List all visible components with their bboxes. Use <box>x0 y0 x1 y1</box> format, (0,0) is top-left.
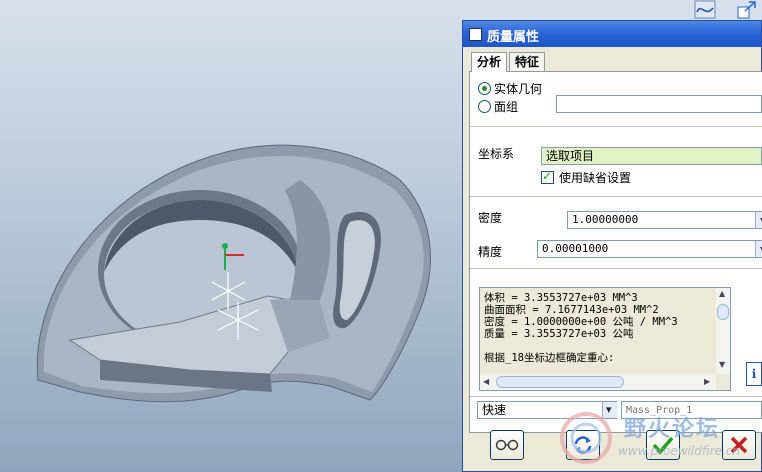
dialog-icon <box>469 28 482 41</box>
precision-label: 精度 <box>478 245 503 259</box>
density-label: 密度 <box>478 211 503 225</box>
info-icon[interactable]: i <box>746 362 762 386</box>
preview-button[interactable] <box>490 430 524 460</box>
scroll-up-icon[interactable]: ▲ <box>719 289 725 298</box>
surface-radio[interactable] <box>478 100 491 113</box>
divider <box>470 396 762 397</box>
solid-geometry-label: 实体几何 <box>494 82 543 96</box>
export-icon[interactable] <box>736 0 758 20</box>
chevron-down-icon[interactable] <box>755 212 762 228</box>
analysis-icon[interactable] <box>694 0 716 20</box>
glasses-icon <box>495 439 519 451</box>
solid-geometry-radio[interactable] <box>478 82 491 95</box>
result-mass: 质量 = 3.3553727e+03 公吨 <box>484 328 634 340</box>
divider <box>470 126 762 127</box>
forum-watermark: 野火论坛 www.proewildfire.cn <box>556 408 762 472</box>
scroll-left-icon[interactable]: ◀ <box>483 377 489 386</box>
precision-value: 0.00001000 <box>542 242 609 255</box>
result-center-of-gravity: 根据_18坐标边框确定重心: <box>484 352 615 364</box>
watermark-url: www.proewildfire.cn <box>618 444 740 458</box>
use-default-checkbox[interactable] <box>541 169 554 184</box>
chevron-down-icon[interactable] <box>755 241 762 257</box>
use-default-label: 使用缺省设置 <box>559 171 632 185</box>
surface-field[interactable] <box>556 95 762 113</box>
scroll-thumb[interactable] <box>717 304 729 320</box>
density-field[interactable]: 1.00000000 <box>567 211 762 229</box>
vertical-scrollbar[interactable]: ▲ ▼ <box>716 288 730 374</box>
dialog-titlebar[interactable]: 质量属性 <box>463 21 761 47</box>
surface-label: 面组 <box>494 100 519 114</box>
scroll-down-icon[interactable]: ▼ <box>719 360 725 369</box>
divider <box>470 268 762 269</box>
tab-analysis[interactable]: 分析 <box>471 52 508 72</box>
mode-value: 快速 <box>482 403 507 417</box>
divider <box>470 196 762 197</box>
scroll-right-icon[interactable]: ▶ <box>704 377 710 386</box>
coord-system-label: 坐标系 <box>478 147 515 161</box>
tab-feature[interactable]: 特征 <box>509 52 546 71</box>
scroll-thumb[interactable] <box>496 376 624 388</box>
precision-field[interactable]: 0.00001000 <box>537 240 762 258</box>
watermark-text: 野火论坛 <box>624 417 721 442</box>
watermark-logo-icon <box>560 412 612 464</box>
results-text-area[interactable]: 体积 = 3.3553727e+03 MM^3 曲面面积 = 7.1677143… <box>479 287 731 391</box>
dialog-title: 质量属性 <box>487 30 540 45</box>
coord-select-field[interactable]: 选取项目 <box>541 147 762 165</box>
horizontal-scrollbar[interactable]: ◀ ▶ <box>480 374 716 390</box>
density-value: 1.00000000 <box>572 213 639 226</box>
